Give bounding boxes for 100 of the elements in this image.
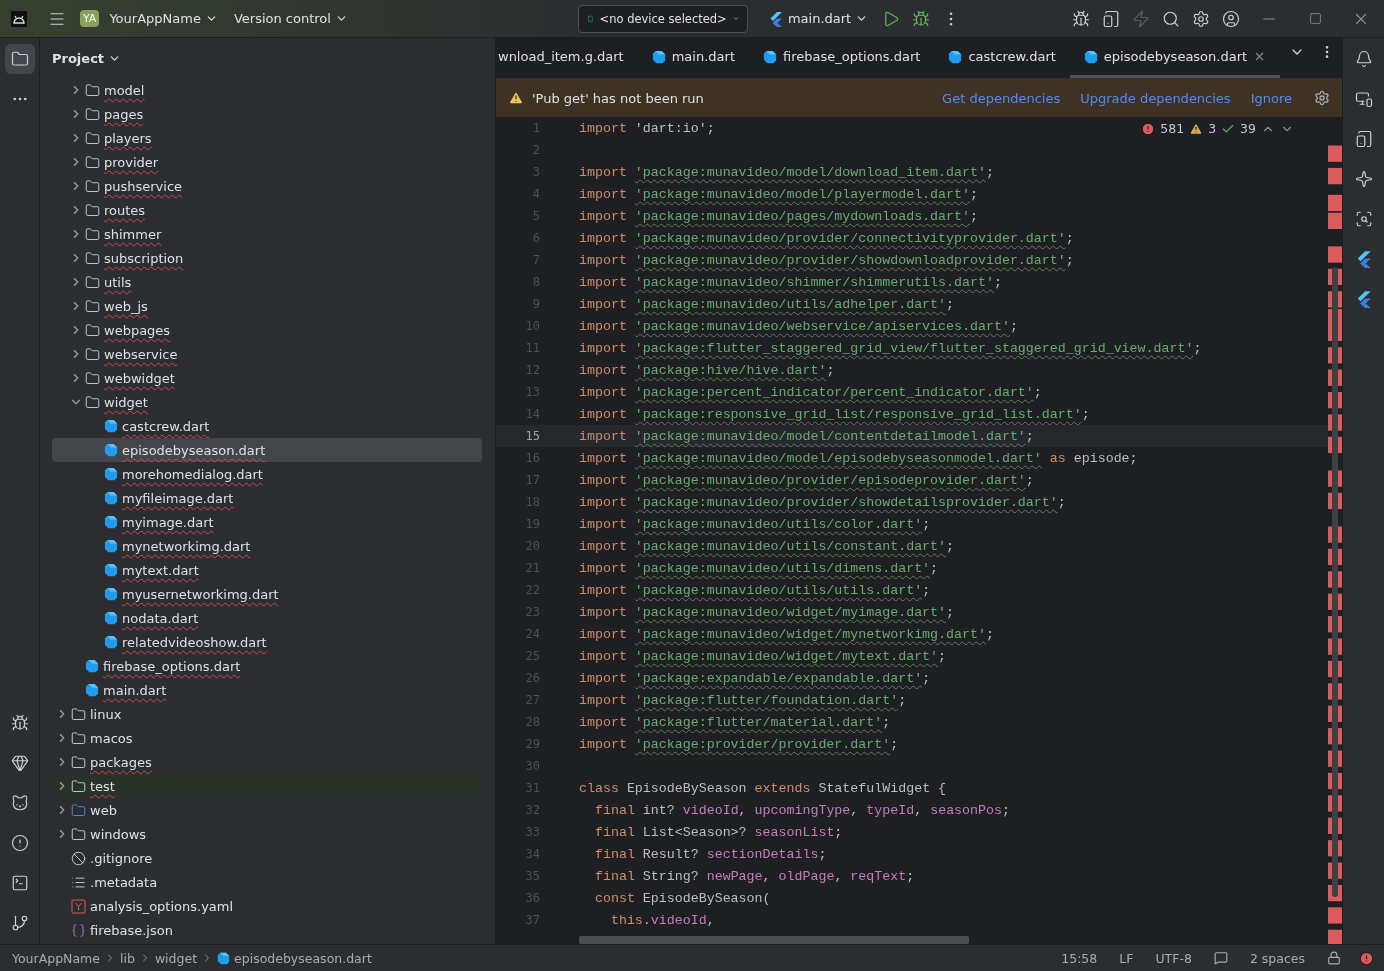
problems-icon[interactable] <box>10 834 29 852</box>
tree-item[interactable]: castcrew.dart <box>52 414 482 438</box>
breadcrumb[interactable]: episodebyseason.dart <box>234 950 372 966</box>
code-line: import 'package:percent_indicator/percent_indicator.dart'; <box>579 384 1042 400</box>
panel-title[interactable]: Project <box>52 50 105 66</box>
settings-icon[interactable] <box>1314 90 1330 106</box>
lock-icon[interactable] <box>1327 951 1341 965</box>
run-config-dropdown[interactable]: main.dart <box>759 4 877 33</box>
tree-item[interactable]: myfileimage.dart <box>52 486 482 510</box>
bug-icon[interactable] <box>1072 9 1090 28</box>
code-line: import 'package:munavideo/provider/showdownloadprovider.dart'; <box>579 252 1074 268</box>
tree-item[interactable]: myimage.dart <box>52 510 482 534</box>
settings-icon[interactable] <box>1192 9 1210 28</box>
tree-item[interactable]: nodata.dart <box>52 606 482 630</box>
tree-item[interactable]: morehomedialog.dart <box>52 462 482 486</box>
tree-item[interactable]: web <box>52 798 482 822</box>
tree-item[interactable]: model <box>52 78 482 102</box>
code-line: import 'package:munavideo/model/playermodel.dart'; <box>579 186 978 202</box>
tree-item[interactable]: webservice <box>52 342 482 366</box>
terminal-icon[interactable] <box>10 874 29 892</box>
editor-tab[interactable]: main.dart <box>637 38 749 78</box>
tree-item[interactable]: widget <box>52 390 482 414</box>
indent-setting[interactable]: 2 spaces <box>1249 950 1305 966</box>
tree-item[interactable]: players <box>52 126 482 150</box>
tree-item[interactable]: shimmer <box>52 222 482 246</box>
tree-item[interactable]: myusernetworkimg.dart <box>52 582 482 606</box>
search-icon[interactable] <box>1162 9 1180 28</box>
folder-icon[interactable] <box>10 50 29 68</box>
tree-item[interactable]: pushservice <box>52 174 482 198</box>
run-icon[interactable] <box>882 9 901 28</box>
cursor-position[interactable]: 15:58 <box>1061 950 1098 966</box>
device-icon[interactable] <box>1102 9 1120 28</box>
code-line: final int? videoId, upcomingType, typeId, seasonPos; <box>593 802 1010 818</box>
tree-item[interactable]: subscription <box>52 246 482 270</box>
tree-item[interactable]: webpages <box>52 318 482 342</box>
tree-item[interactable]: webwidget <box>52 366 482 390</box>
breadcrumb[interactable]: lib <box>120 950 135 966</box>
tree-item[interactable]: .metadata <box>52 870 482 894</box>
breadcrumb[interactable]: widget <box>154 950 198 966</box>
scan-search-icon[interactable] <box>1354 210 1373 228</box>
gem-icon[interactable] <box>10 754 29 772</box>
tree-item[interactable]: .gitignore <box>52 846 482 870</box>
file-encoding[interactable]: UTF-8 <box>1155 950 1192 966</box>
tree-item[interactable]: web_js <box>52 294 482 318</box>
error-icon[interactable] <box>1359 950 1374 966</box>
sparkle-icon[interactable] <box>1354 170 1373 188</box>
account-icon[interactable] <box>1222 9 1240 28</box>
tree-item[interactable]: main.dart <box>52 678 482 702</box>
inspection-widget[interactable]: 581 3 39 <box>1141 121 1294 136</box>
device-selector[interactable]: <no device selected> <box>577 4 748 33</box>
debug-icon[interactable] <box>912 9 931 28</box>
android-icon <box>10 9 28 28</box>
tree-item[interactable]: packages <box>52 750 482 774</box>
tree-item[interactable]: relatedvideoshow.dart <box>52 630 482 654</box>
banner-link[interactable]: Get dependencies <box>942 90 1061 106</box>
tree-item[interactable]: utils <box>52 270 482 294</box>
tree-item[interactable]: provider <box>52 150 482 174</box>
bug-icon[interactable] <box>10 714 29 732</box>
cat-icon[interactable] <box>10 794 29 812</box>
comment-icon[interactable] <box>1213 951 1228 965</box>
code-line: const EpisodeBySeason( <box>593 890 771 906</box>
tree-item[interactable]: macos <box>52 726 482 750</box>
scrollbar[interactable] <box>1332 267 1338 897</box>
tree-item[interactable]: linux <box>52 702 482 726</box>
line-separator[interactable]: LF <box>1119 950 1134 966</box>
code-line: import 'package:munavideo/model/episodebyseasonmodel.dart' as episode; <box>579 450 1138 466</box>
code-line: import 'package:munavideo/provider/episodeprovider.dart'; <box>579 472 1034 488</box>
tree-item[interactable]: analysis_options.yaml <box>52 894 482 918</box>
tree-item[interactable]: episodebyseason.dart <box>52 438 482 462</box>
banner-link[interactable]: Ignore <box>1250 90 1292 106</box>
editor-tab[interactable]: wnload_item.g.dart <box>496 38 638 78</box>
tree-item[interactable]: test <box>52 774 482 798</box>
tree-item[interactable]: pages <box>52 102 482 126</box>
folder-icon <box>85 106 100 122</box>
tree-item[interactable]: routes <box>52 198 482 222</box>
tree-item[interactable]: mytext.dart <box>52 558 482 582</box>
editor-tab[interactable]: castcrew.dart <box>934 38 1070 78</box>
git-branch-icon[interactable] <box>10 914 29 932</box>
tree-item[interactable]: firebase.json <box>52 918 482 942</box>
vcs-dropdown[interactable]: Version control <box>225 4 356 33</box>
dart-file-icon <box>1083 49 1098 64</box>
web-folder-icon <box>71 802 86 818</box>
code-line: import 'package:munavideo/provider/showdetailsprovider.dart'; <box>579 494 1066 510</box>
project-dropdown[interactable]: YA YourAppName <box>72 4 226 33</box>
bell-icon[interactable] <box>1354 50 1373 68</box>
folder-icon <box>71 826 86 842</box>
tree-item[interactable]: windows <box>52 822 482 846</box>
folder-icon <box>71 706 86 722</box>
editor-tab[interactable]: firebase_options.dart <box>749 38 935 78</box>
tree-item[interactable]: mynetworkimg.dart <box>52 534 482 558</box>
breadcrumb[interactable]: YourAppName <box>12 950 100 966</box>
ignore-file-icon <box>71 850 86 866</box>
maximize-icon[interactable] <box>1308 12 1322 25</box>
tree-item[interactable]: firebase_options.dart <box>52 654 482 678</box>
scrollbar[interactable] <box>579 936 969 944</box>
banner-link[interactable]: Upgrade dependencies <box>1080 90 1231 106</box>
code-line: import 'package:munavideo/model/contentdetailmodel.dart'; <box>579 428 1034 444</box>
device-icon[interactable] <box>1354 130 1373 148</box>
warning-icon <box>508 90 524 106</box>
device-icon[interactable] <box>1354 90 1373 108</box>
